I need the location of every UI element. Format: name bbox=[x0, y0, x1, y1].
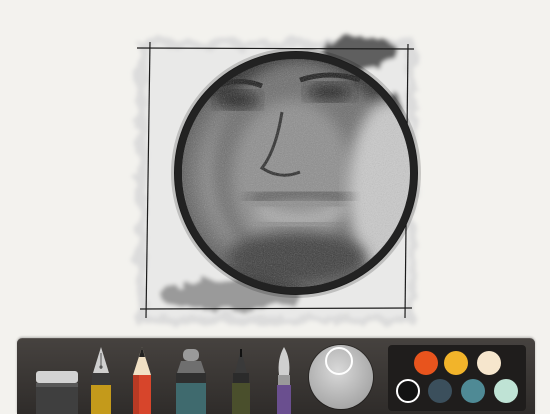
pencil-tool[interactable] bbox=[129, 339, 155, 414]
swatch-teal[interactable] bbox=[461, 379, 485, 403]
color-palette bbox=[388, 345, 526, 411]
fineliner-tool[interactable] bbox=[227, 339, 255, 414]
brush-tool[interactable] bbox=[271, 339, 297, 414]
pencil-icon bbox=[133, 347, 151, 414]
marker-tool[interactable] bbox=[173, 339, 209, 414]
swatch-yellow[interactable] bbox=[444, 351, 468, 375]
drawing-canvas[interactable] bbox=[0, 0, 550, 335]
mixer-selector-ring bbox=[325, 347, 353, 375]
fineliner-icon bbox=[232, 349, 250, 414]
swatch-mint[interactable] bbox=[494, 379, 518, 403]
eraser-icon bbox=[36, 371, 78, 414]
brush-icon bbox=[277, 347, 291, 414]
swatch-black[interactable] bbox=[396, 379, 420, 403]
fountain-pen-tool[interactable] bbox=[87, 339, 115, 414]
fountain-pen-icon bbox=[91, 347, 111, 414]
swatch-orange[interactable] bbox=[414, 351, 438, 375]
marker-icon bbox=[176, 349, 206, 414]
color-mixer-button[interactable] bbox=[309, 345, 373, 409]
swatch-slate[interactable] bbox=[428, 379, 452, 403]
eraser-tool[interactable] bbox=[33, 339, 83, 414]
swatch-cream[interactable] bbox=[477, 351, 501, 375]
